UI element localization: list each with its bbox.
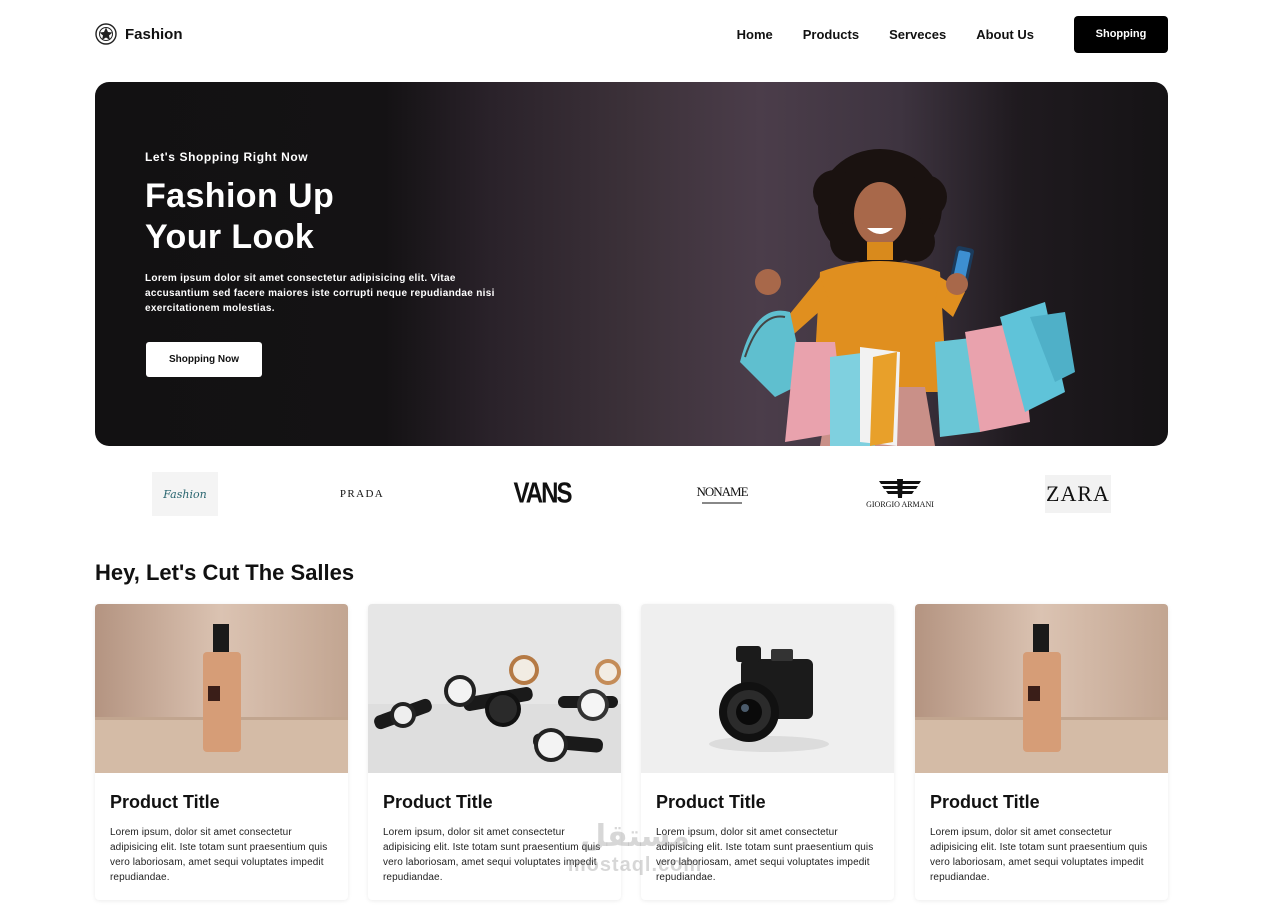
hero-eyebrow: Let's Shopping Right Now bbox=[145, 150, 309, 164]
product-card-2[interactable]: Product Title Lorem ipsum, dolor sit ame… bbox=[368, 604, 621, 900]
nav-link-about[interactable]: About Us bbox=[976, 27, 1034, 42]
brand-logo-zara-text: ZARA bbox=[1046, 481, 1110, 506]
brand-logo-noname-text: NONAME bbox=[696, 484, 748, 499]
product-title: Product Title bbox=[930, 792, 1040, 812]
shopping-now-button[interactable]: Shopping Now bbox=[146, 342, 262, 377]
nav-link-home[interactable]: Home bbox=[737, 27, 773, 42]
product-description: Lorem ipsum, dolor sit amet consectetur … bbox=[656, 827, 874, 883]
hero-title: Fashion Up Your Look bbox=[145, 176, 334, 258]
nav-link-products[interactable]: Products bbox=[803, 27, 859, 42]
brand-emblem-icon bbox=[95, 23, 117, 45]
hero-title-line-1: Fashion Up bbox=[145, 177, 335, 215]
perfume-bottle-image bbox=[915, 604, 1168, 773]
hero-title-line-2: Your Look bbox=[145, 218, 315, 256]
brand-logo-armani-text: GIORGIO ARMANI bbox=[866, 500, 934, 509]
product-card-1[interactable]: Product Title Lorem ipsum, dolor sit ame… bbox=[95, 604, 348, 900]
watches-image bbox=[368, 604, 621, 773]
brand-logo-vans: VANS bbox=[514, 472, 573, 516]
product-card-4[interactable]: Product Title Lorem ipsum, dolor sit ame… bbox=[915, 604, 1168, 900]
brand-logo-armani: GIORGIO ARMANI bbox=[866, 472, 934, 516]
brand-logo-noname-underline bbox=[702, 502, 742, 504]
brand-logos: Fashion PRADA VANS NONAME GIORGIO ARMANI… bbox=[152, 472, 1112, 516]
nav-links: Home Products Serveces About Us bbox=[737, 27, 1034, 42]
product-description: Lorem ipsum, dolor sit amet consectetur … bbox=[383, 827, 601, 883]
brand-logo-zara: ZARA bbox=[1045, 475, 1111, 513]
nav-link-services[interactable]: Serveces bbox=[889, 27, 946, 42]
hero-banner: Let's Shopping Right Now Fashion Up Your… bbox=[95, 82, 1168, 446]
brand-name: Fashion bbox=[125, 25, 183, 43]
hero-woman-with-bags-image bbox=[740, 149, 1075, 446]
brand-logo-vans-text: VANS bbox=[513, 477, 573, 510]
armani-eagle-icon bbox=[879, 479, 921, 498]
brand[interactable]: Fashion bbox=[95, 23, 183, 45]
product-title: Product Title bbox=[110, 792, 220, 812]
product-description: Lorem ipsum, dolor sit amet consectetur … bbox=[930, 827, 1148, 883]
perfume-bottle-image bbox=[95, 604, 348, 773]
product-title: Product Title bbox=[656, 792, 766, 812]
product-card-3[interactable]: Product Title Lorem ipsum, dolor sit ame… bbox=[641, 604, 894, 900]
product-title: Product Title bbox=[383, 792, 493, 812]
brand-logo-prada: PRADA bbox=[332, 472, 392, 516]
brand-logo-fashion: Fashion bbox=[152, 472, 218, 516]
sales-section-title: Hey, Let's Cut The Salles bbox=[95, 560, 355, 585]
shopping-button[interactable]: Shopping bbox=[1074, 15, 1168, 53]
product-description: Lorem ipsum, dolor sit amet consectetur … bbox=[110, 827, 328, 883]
camera-image bbox=[641, 604, 894, 773]
top-nav: Fashion Home Products Serveces About Us … bbox=[95, 14, 1168, 54]
product-cards: Product Title Lorem ipsum, dolor sit ame… bbox=[95, 604, 1168, 904]
brand-logo-fashion-text: Fashion bbox=[163, 487, 207, 501]
brand-logo-noname: NONAME bbox=[692, 472, 752, 516]
hero-description: Lorem ipsum dolor sit amet consectetur a… bbox=[145, 273, 495, 314]
brand-logo-prada-text: PRADA bbox=[339, 488, 385, 500]
